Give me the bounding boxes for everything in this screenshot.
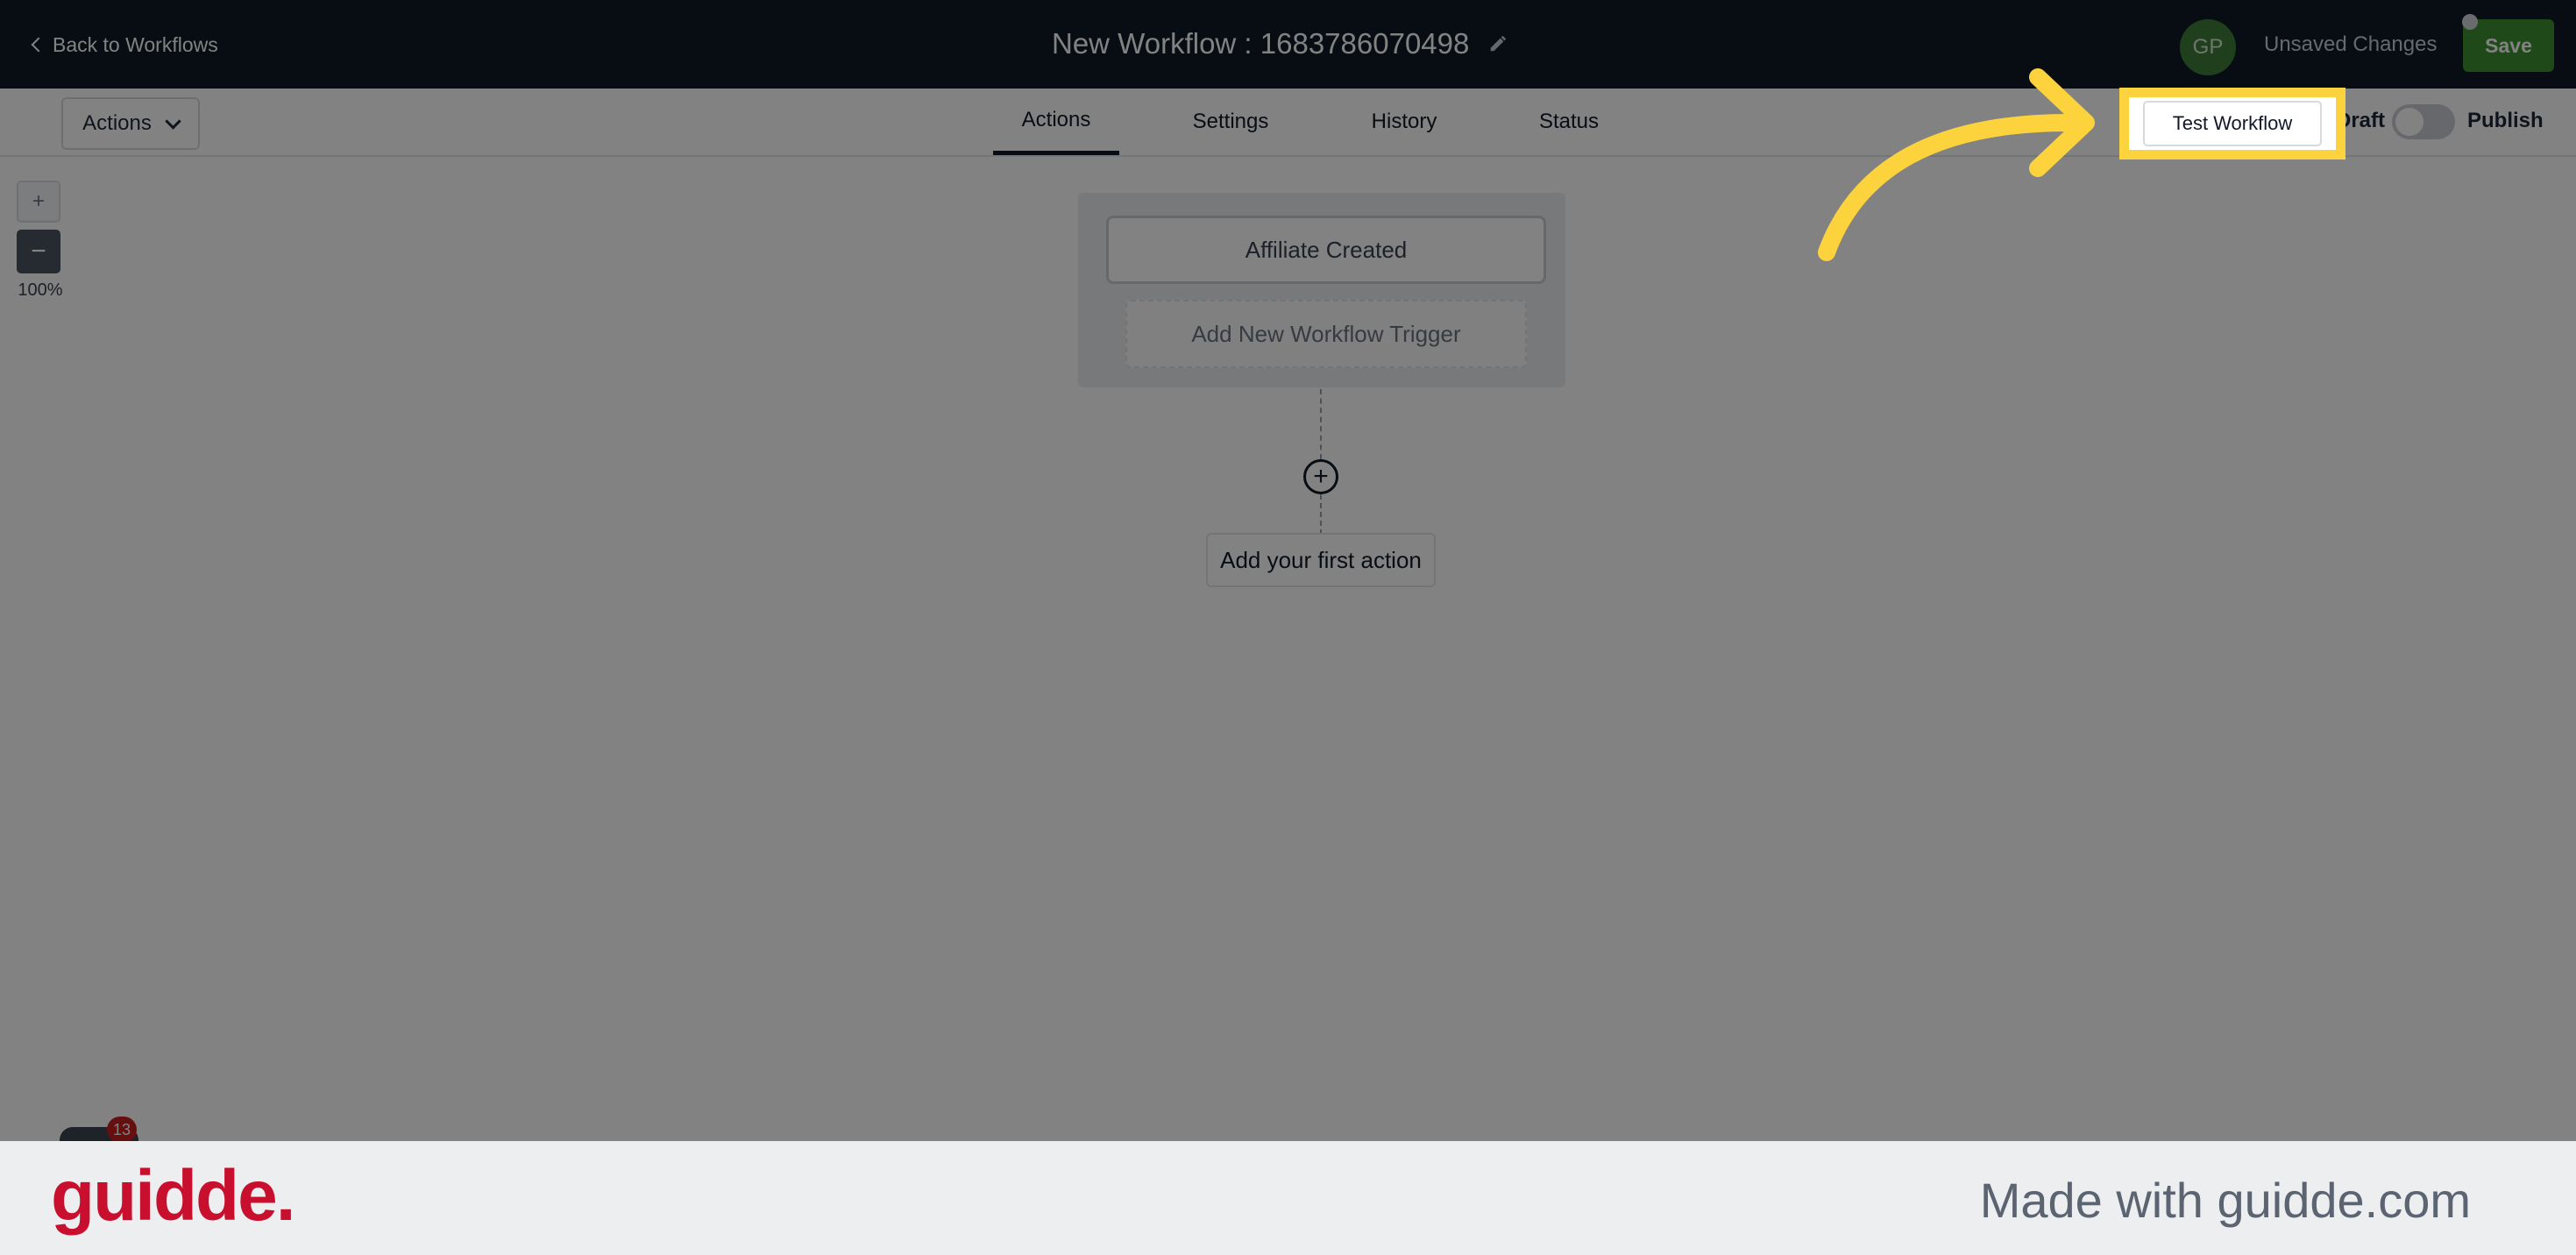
publish-label: Publish bbox=[2467, 109, 2544, 132]
connector-line bbox=[1320, 389, 1322, 459]
tab-actions[interactable]: Actions bbox=[993, 89, 1119, 155]
tab-settings[interactable]: Settings bbox=[1166, 89, 1295, 155]
workflow-title-text: New Workflow : 1683786070498 bbox=[1052, 27, 1470, 60]
zoom-in-button[interactable]: + bbox=[17, 181, 60, 223]
test-workflow-button[interactable]: Test Workflow bbox=[2143, 101, 2322, 146]
guidde-logo: guidde. bbox=[51, 1156, 296, 1236]
top-navbar: Back to Workflows New Workflow : 1683786… bbox=[0, 0, 2576, 89]
actions-dropdown-label: Actions bbox=[82, 111, 152, 135]
pencil-icon[interactable] bbox=[1488, 34, 1508, 53]
chevron-left-icon bbox=[31, 37, 46, 53]
notification-badge: 13 bbox=[107, 1117, 137, 1143]
unsaved-changes-label: Unsaved Changes bbox=[2264, 32, 2438, 56]
tab-history[interactable]: History bbox=[1350, 89, 1458, 155]
workflow-canvas[interactable]: + − 100% Affiliate Created Add New Workf… bbox=[0, 158, 2576, 1153]
connector-line bbox=[1320, 494, 1322, 535]
zoom-out-button[interactable]: − bbox=[17, 230, 60, 273]
made-with-label: Made with guidde.com bbox=[1979, 1173, 2471, 1228]
publish-toggle[interactable] bbox=[2392, 104, 2455, 139]
chevron-down-icon bbox=[165, 112, 181, 130]
trigger-card[interactable]: Affiliate Created bbox=[1106, 216, 1546, 284]
trigger-group: Affiliate Created Add New Workflow Trigg… bbox=[1078, 193, 1565, 387]
guidde-footer: guidde. Made with guidde.com bbox=[0, 1141, 2576, 1255]
highlight-inner: Test Workflow bbox=[2129, 97, 2336, 150]
save-button[interactable]: Save bbox=[2463, 19, 2554, 72]
highlight-frame: Test Workflow bbox=[2119, 88, 2345, 160]
zoom-level: 100% bbox=[18, 280, 63, 300]
workflow-title: New Workflow : 1683786070498 bbox=[1052, 25, 1525, 63]
add-trigger-button[interactable]: Add New Workflow Trigger bbox=[1125, 300, 1527, 368]
back-to-workflows-link[interactable]: Back to Workflows bbox=[30, 30, 218, 60]
tab-status[interactable]: Status bbox=[1525, 89, 1613, 155]
pointer-arrow-icon bbox=[1818, 68, 2095, 261]
actions-dropdown[interactable]: Actions bbox=[61, 97, 200, 150]
add-first-action-button[interactable]: Add your first action bbox=[1206, 533, 1436, 587]
status-dot bbox=[2462, 14, 2478, 30]
back-link-label: Back to Workflows bbox=[53, 32, 218, 56]
avatar[interactable]: GP bbox=[2180, 19, 2236, 75]
toggle-knob bbox=[2395, 108, 2423, 136]
add-action-icon[interactable]: + bbox=[1303, 459, 1338, 494]
